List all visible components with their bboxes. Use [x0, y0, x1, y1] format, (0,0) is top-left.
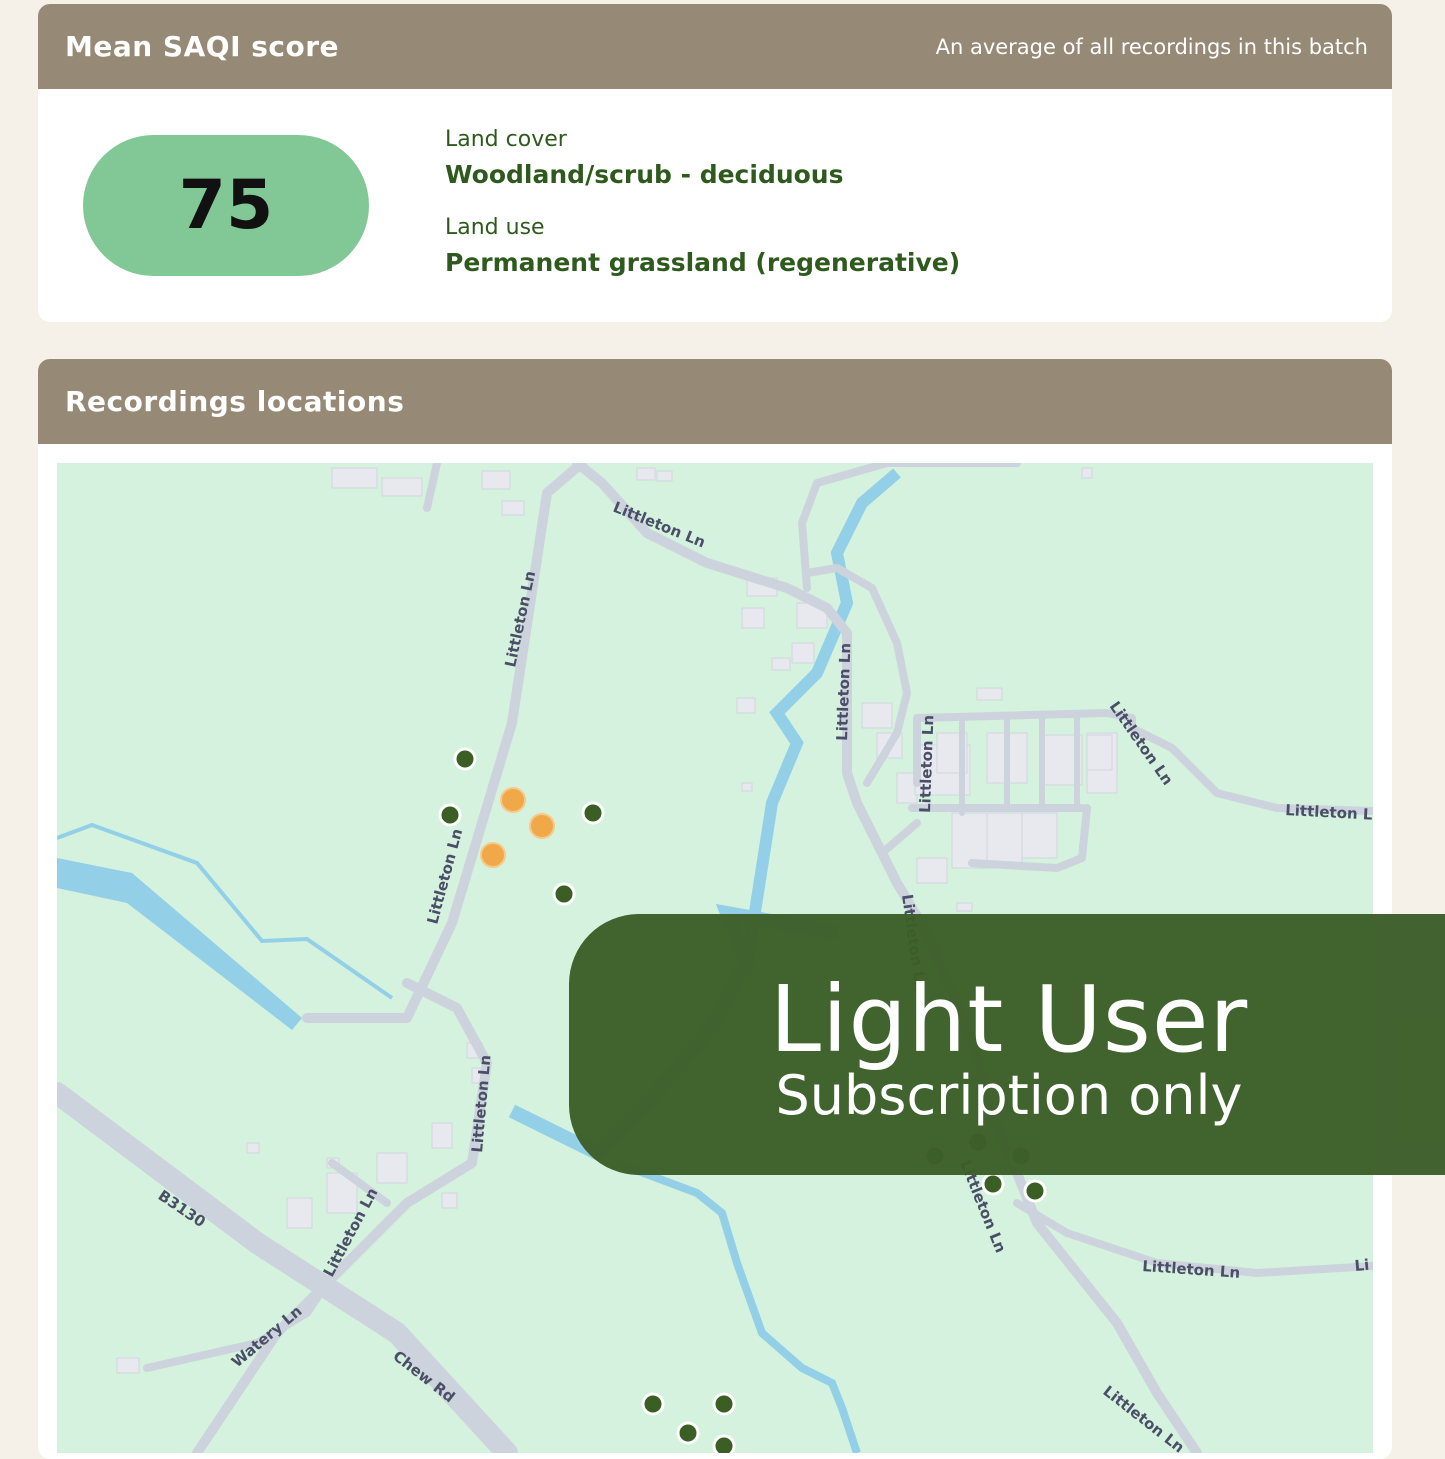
land-use-label: Land use [445, 215, 545, 240]
land-info: Land cover Woodland/scrub - deciduous La… [445, 127, 960, 303]
card-header: Mean SAQI score An average of all record… [38, 4, 1392, 89]
land-use-value: Permanent grassland (regenerative) [445, 248, 961, 277]
overlay-title: Light User [769, 966, 1249, 1073]
recording-marker[interactable] [676, 1421, 700, 1445]
saqi-score-badge: 75 [83, 135, 369, 276]
recording-marker[interactable] [552, 882, 576, 906]
road-label: Littleton Ln [916, 715, 937, 814]
overlay-subtitle: Subscription only [775, 1064, 1243, 1127]
land-cover-value: Woodland/scrub - deciduous [445, 160, 844, 189]
subscription-overlay: Light User Subscription only [569, 914, 1445, 1175]
recording-marker-low[interactable] [500, 787, 526, 813]
recording-marker[interactable] [581, 801, 605, 825]
recording-marker[interactable] [453, 747, 477, 771]
card-body: 75 Land cover Woodland/scrub - deciduous… [38, 89, 1392, 322]
card-header: Recordings locations [38, 359, 1392, 444]
recording-marker-low[interactable] [480, 842, 506, 868]
mean-saqi-card: Mean SAQI score An average of all record… [38, 4, 1392, 322]
recording-marker[interactable] [641, 1392, 665, 1416]
road-label: Littleton Ln [833, 643, 854, 742]
card-title: Recordings locations [65, 385, 405, 418]
card-title: Mean SAQI score [65, 30, 340, 63]
road-label: Li [1354, 1256, 1370, 1275]
recording-marker[interactable] [438, 803, 462, 827]
recordings-locations-card: Recordings locations Littleton Ln Little… [38, 359, 1392, 1459]
land-cover-label: Land cover [445, 127, 567, 152]
card-subtitle: An average of all recordings in this bat… [935, 34, 1368, 59]
recording-marker[interactable] [712, 1392, 736, 1416]
recording-marker[interactable] [981, 1172, 1005, 1196]
recording-marker-low[interactable] [529, 813, 555, 839]
recording-marker[interactable] [1023, 1179, 1047, 1203]
